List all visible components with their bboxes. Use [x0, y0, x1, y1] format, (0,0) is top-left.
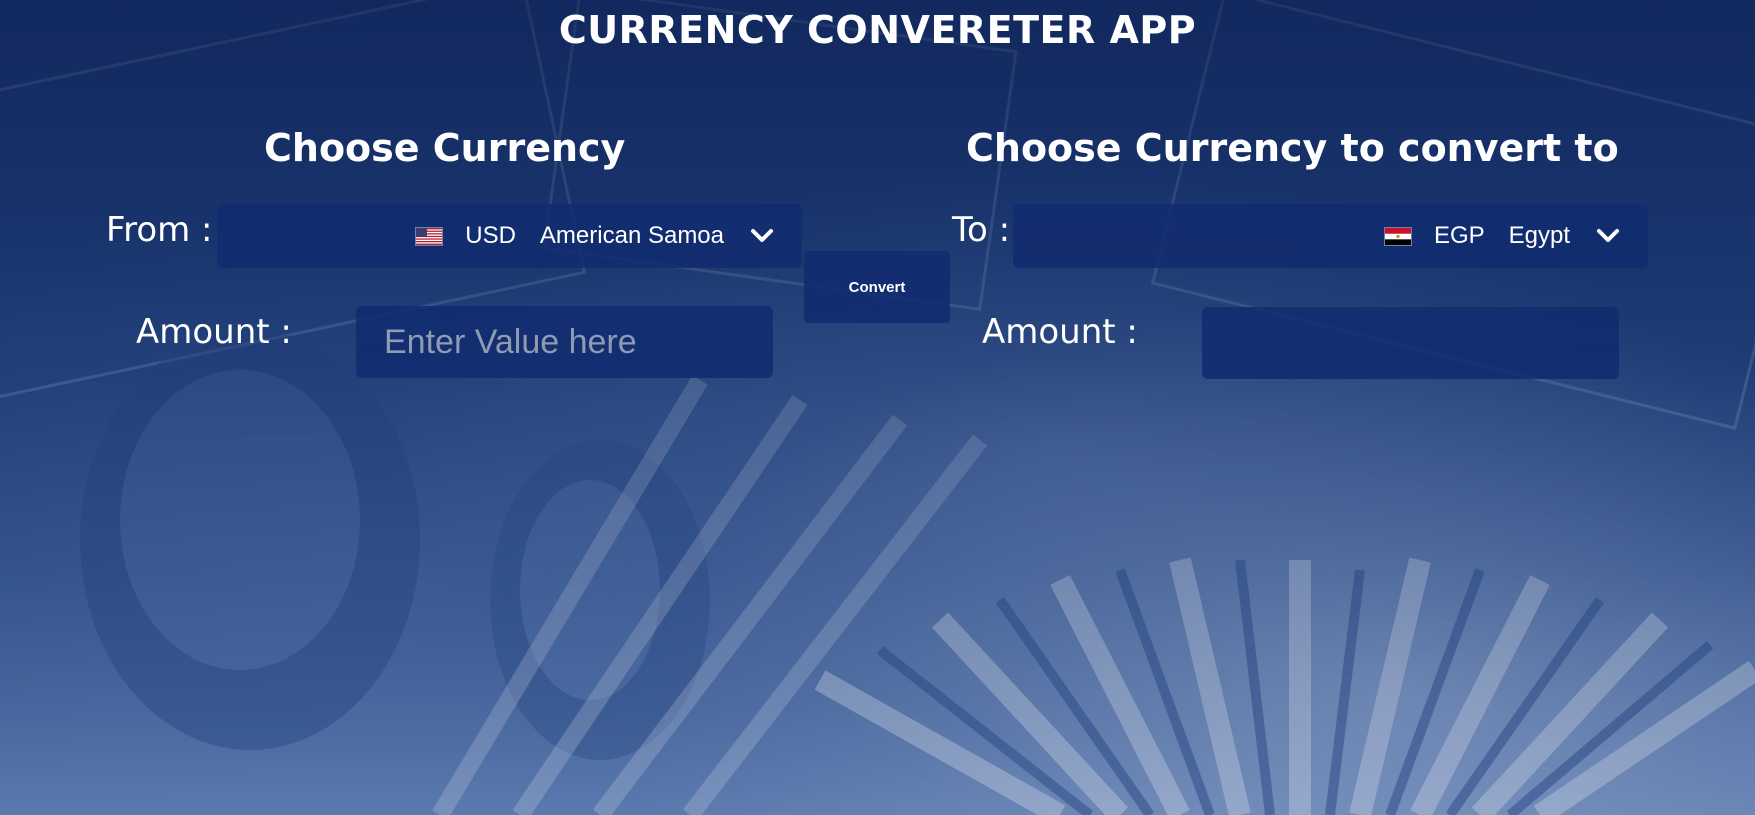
from-currency-select[interactable]: USD American Samoa	[217, 204, 802, 268]
convert-button[interactable]: Convert	[804, 251, 950, 323]
chevron-down-icon	[1596, 228, 1620, 244]
us-flag-icon	[415, 226, 444, 246]
from-amount-label: Amount :	[136, 312, 292, 352]
from-currency-code: USD	[465, 222, 516, 249]
to-label: To :	[952, 210, 1011, 250]
background-overlay	[0, 0, 1755, 815]
from-amount-input[interactable]	[356, 306, 773, 378]
chevron-down-icon	[750, 228, 774, 244]
from-currency-country: American Samoa	[539, 222, 724, 249]
to-section-title: Choose Currency to convert to	[966, 126, 1619, 170]
app-title: CURRENCY CONVERETER APP	[558, 8, 1197, 52]
egypt-flag-icon	[1383, 226, 1412, 246]
to-currency-select[interactable]: EGP Egypt	[1013, 204, 1648, 268]
to-amount-output[interactable]	[1202, 307, 1619, 379]
from-label: From :	[106, 210, 213, 250]
to-amount-label: Amount :	[982, 312, 1138, 352]
to-currency-code: EGP	[1433, 222, 1485, 249]
from-section-title: Choose Currency	[264, 126, 626, 170]
to-currency-country: Egypt	[1508, 222, 1570, 249]
